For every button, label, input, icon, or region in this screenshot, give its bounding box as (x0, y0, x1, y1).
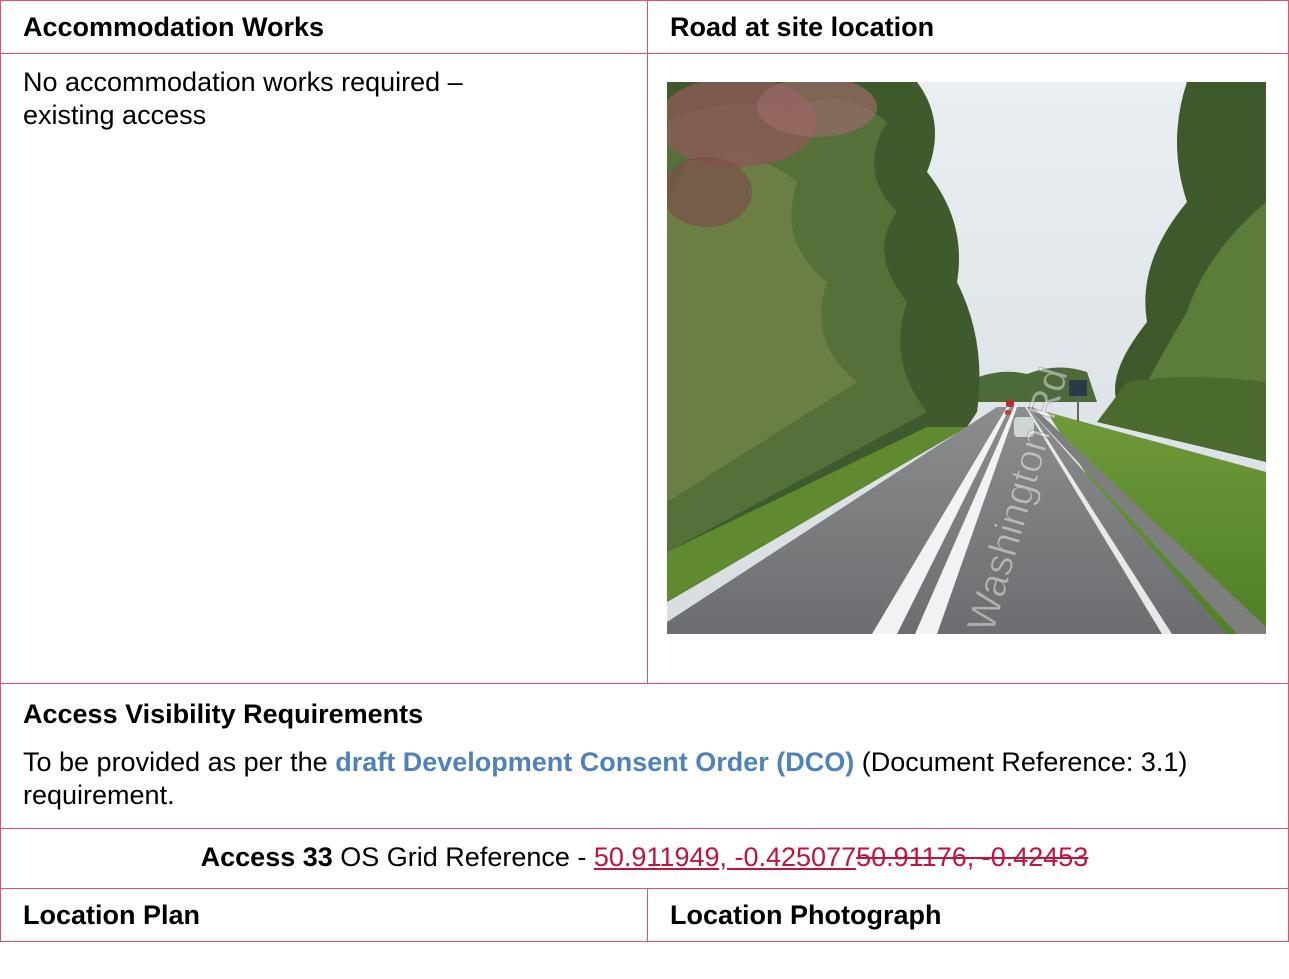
inserted-grid-reference: 50.911949, -0.425077 (593, 842, 857, 872)
dco-link[interactable]: draft Development Consent Order (DCO) (335, 747, 854, 777)
road-photo-cell: Washington Rd (647, 53, 1289, 684)
access-table: Accommodation Works Road at site locatio… (0, 0, 1289, 942)
accommodation-text-line1: No accommodation works required – (23, 67, 463, 97)
visibility-cell: Access Visibility Requirements To be pro… (0, 683, 1289, 829)
accommodation-text-line2: existing access (23, 100, 207, 130)
visibility-text: To be provided as per the draft Developm… (23, 746, 1266, 812)
grid-reference-row: Access 33 OS Grid Reference - 50.911949,… (0, 828, 1289, 889)
header-row: Accommodation Works Road at site locatio… (0, 0, 1289, 54)
visibility-text-before: To be provided as per the (23, 747, 336, 777)
accommodation-works-header: Accommodation Works (0, 0, 649, 54)
access-label: Access 33 (200, 842, 333, 872)
accommodation-works-cell: No accommodation works required – existi… (0, 53, 649, 684)
deleted-grid-reference: 50.91176, -0.42453 (856, 842, 1089, 872)
road-at-site-header: Road at site location (647, 0, 1289, 54)
bottom-header-row: Location Plan Location Photograph (0, 888, 1289, 942)
grid-reference-cell: Access 33 OS Grid Reference - 50.911949,… (0, 828, 1289, 889)
grid-reference-label: OS Grid Reference - (332, 842, 594, 872)
road-photo-image: Washington Rd (667, 82, 1267, 634)
location-photograph-header: Location Photograph (647, 888, 1289, 942)
visibility-title: Access Visibility Requirements (23, 699, 424, 729)
content-row: No accommodation works required – existi… (0, 53, 1289, 684)
visibility-row: Access Visibility Requirements To be pro… (0, 683, 1289, 829)
location-plan-header: Location Plan (0, 888, 649, 942)
road-photo: Washington Rd (667, 82, 1267, 634)
